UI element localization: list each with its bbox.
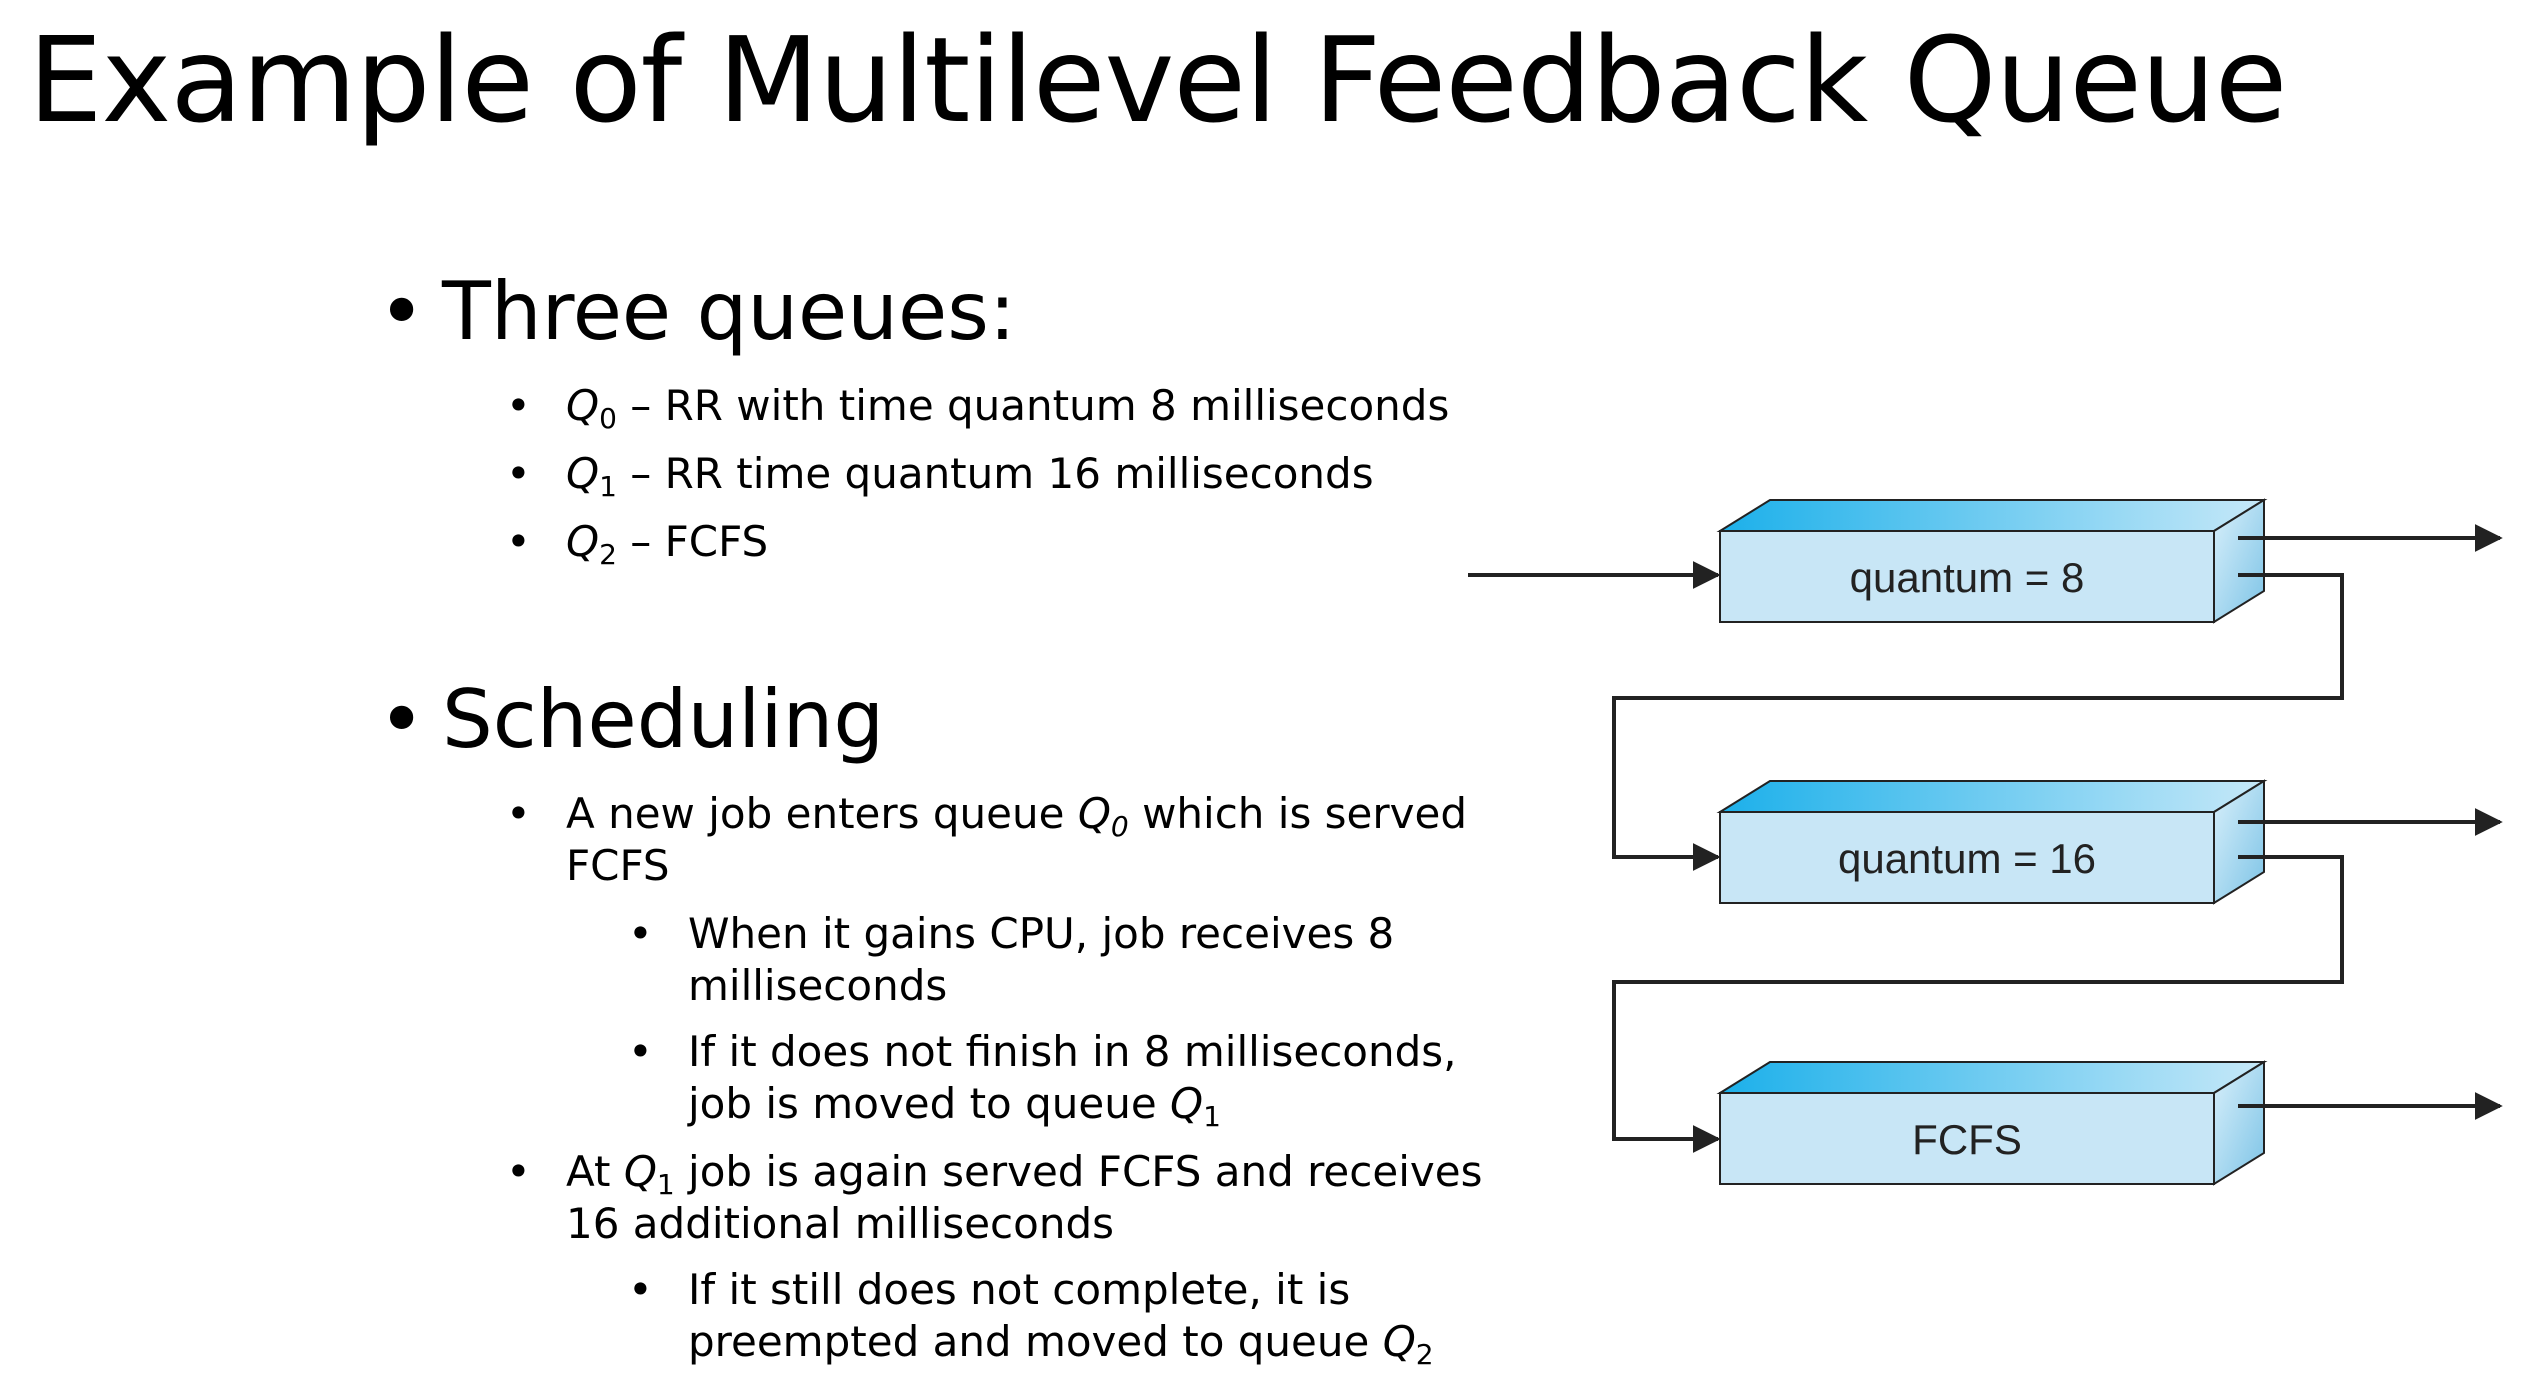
queue-label: FCFS xyxy=(1912,1116,2022,1163)
queue-box-0: quantum = 8 xyxy=(1716,498,2268,624)
mlfq-diagram: quantum = 8 quantum = 16 FCFS xyxy=(1468,498,2503,1186)
queue-label: quantum = 16 xyxy=(1838,835,2096,882)
queue-box-1: quantum = 16 xyxy=(1716,779,2268,905)
queue-box-2: FCFS xyxy=(1716,1060,2268,1186)
box-top xyxy=(1716,780,2268,813)
box-top xyxy=(1716,1061,2268,1094)
box-top xyxy=(1716,499,2268,532)
queue-label: quantum = 8 xyxy=(1850,554,2085,601)
